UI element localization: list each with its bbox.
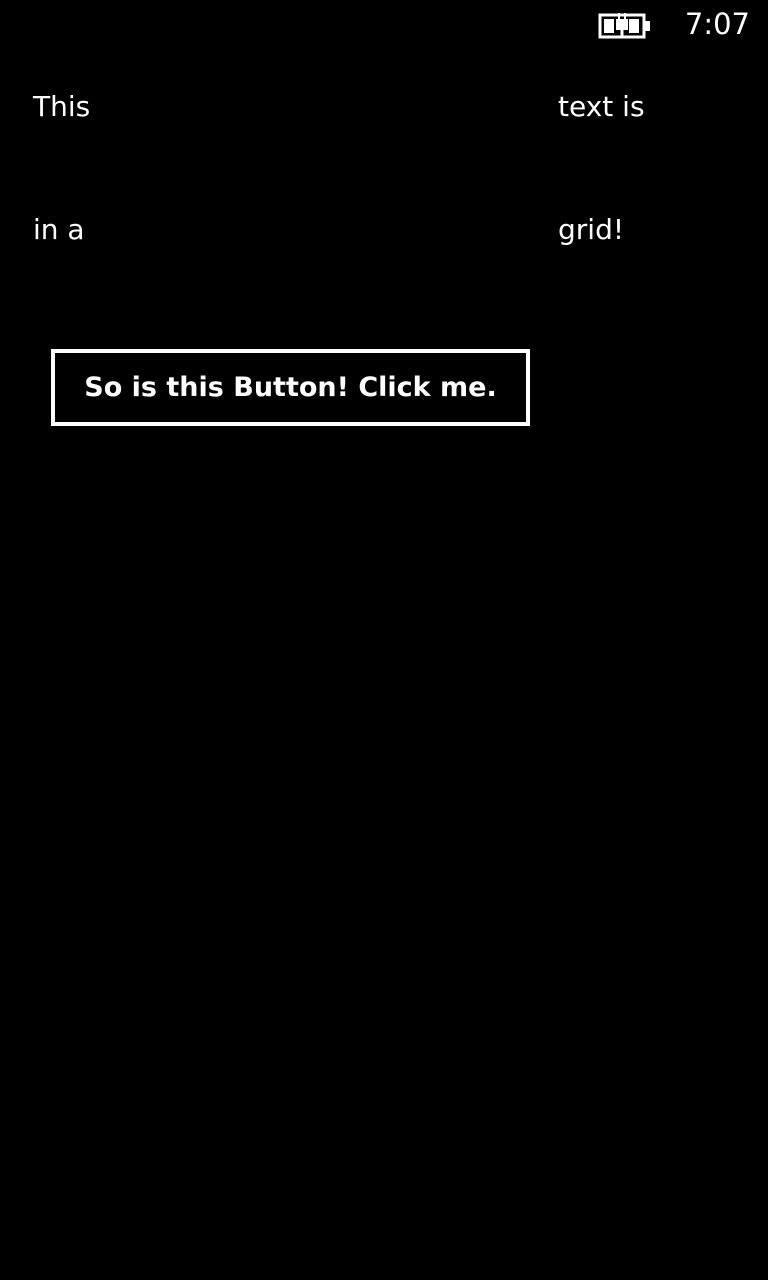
status-time: 7:07 (684, 7, 750, 41)
grid-cell-row2-left: in a (33, 213, 85, 246)
battery-charging-icon (598, 10, 652, 40)
grid-cell-row1-left: This (33, 90, 91, 123)
click-me-button[interactable]: So is this Button! Click me. (51, 349, 530, 426)
status-bar: 7:07 (0, 0, 768, 48)
grid-cell-row2-right: grid! (558, 213, 625, 246)
grid-cell-row1-right: text is (558, 90, 645, 123)
click-me-button-label: So is this Button! Click me. (84, 372, 497, 403)
